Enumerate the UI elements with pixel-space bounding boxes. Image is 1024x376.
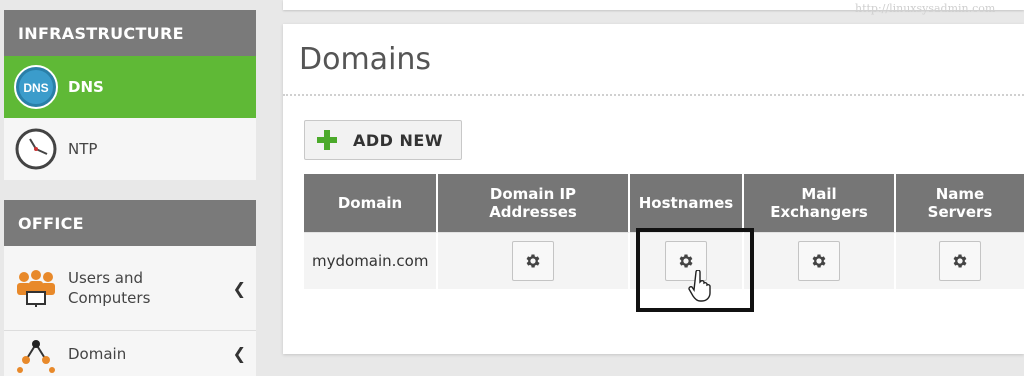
gear-icon	[526, 254, 540, 268]
sidebar-item-domain[interactable]: Domain ❮	[4, 331, 256, 376]
domain-tree-icon	[12, 330, 60, 376]
domain-name: mydomain.com	[312, 252, 429, 270]
table-cell-ip-addresses	[438, 232, 630, 289]
header-ns-line2: Servers	[927, 203, 993, 221]
clock-icon	[12, 125, 60, 173]
office-heading: OFFICE	[4, 200, 256, 246]
sidebar-item-users-label: Users and Computers	[68, 268, 150, 308]
users-icon	[12, 264, 60, 312]
sidebar-item-users-and-computers[interactable]: Users and Computers ❮	[4, 246, 256, 330]
header-ns-line1: Name	[935, 185, 985, 203]
header-ip-line1: Domain IP	[489, 185, 577, 203]
column-header-domain: Domain	[304, 174, 438, 232]
title-divider	[283, 94, 1024, 96]
infrastructure-heading-label: INFRASTRUCTURE	[18, 23, 184, 43]
name-servers-settings-button[interactable]	[939, 241, 981, 281]
watermark: http://linuxsysadmin.com	[855, 2, 996, 15]
column-header-hostnames: Hostnames	[630, 174, 744, 232]
table-cell-name-servers	[896, 232, 1024, 289]
hand-cursor-icon	[688, 270, 711, 302]
gear-icon	[812, 254, 826, 268]
table-cell-hostnames	[630, 232, 744, 289]
add-new-label: ADD NEW	[353, 130, 443, 150]
users-label-line2: Computers	[68, 289, 151, 307]
page-title: Domains	[299, 42, 432, 77]
add-new-button[interactable]: ADD NEW	[304, 120, 462, 160]
sidebar-item-domain-label: Domain	[68, 344, 127, 363]
infrastructure-heading: INFRASTRUCTURE	[4, 10, 256, 56]
domains-panel: Domains ADD NEW Domain Domain IP Addresse…	[283, 24, 1024, 354]
mail-exchangers-settings-button[interactable]	[798, 241, 840, 281]
chevron-left-icon: ❮	[232, 344, 246, 363]
header-hostnames-label: Hostnames	[638, 194, 734, 212]
header-mail-line1: Mail	[801, 185, 837, 203]
gear-icon	[679, 254, 693, 268]
table-cell-domain: mydomain.com	[304, 232, 438, 289]
column-header-mail-exchangers: Mail Exchangers	[744, 174, 896, 232]
column-header-domain-ip-addresses: Domain IP Addresses	[438, 174, 630, 232]
dns-globe-icon: DNS	[12, 63, 60, 111]
sidebar-item-ntp-label: NTP	[68, 140, 98, 158]
sidebar-item-dns[interactable]: DNS DNS	[4, 56, 256, 118]
header-mail-line2: Exchangers	[770, 203, 868, 221]
gear-icon	[953, 254, 967, 268]
users-label-line1: Users and	[68, 269, 143, 287]
sidebar-item-dns-label: DNS	[68, 78, 104, 96]
ip-addresses-settings-button[interactable]	[512, 241, 554, 281]
plus-icon	[317, 130, 337, 150]
header-ip-line2: Addresses	[489, 203, 577, 221]
header-domain-label: Domain	[337, 194, 403, 212]
office-heading-label: OFFICE	[18, 213, 84, 233]
sidebar: INFRASTRUCTURE DNS DNS NTP OFFICE Users …	[0, 0, 262, 376]
column-header-name-servers: Name Servers	[896, 174, 1024, 232]
svg-text:DNS: DNS	[23, 81, 48, 95]
sidebar-item-ntp[interactable]: NTP	[4, 118, 256, 180]
table-cell-mail-exchangers	[744, 232, 896, 289]
chevron-left-icon: ❮	[232, 278, 246, 298]
